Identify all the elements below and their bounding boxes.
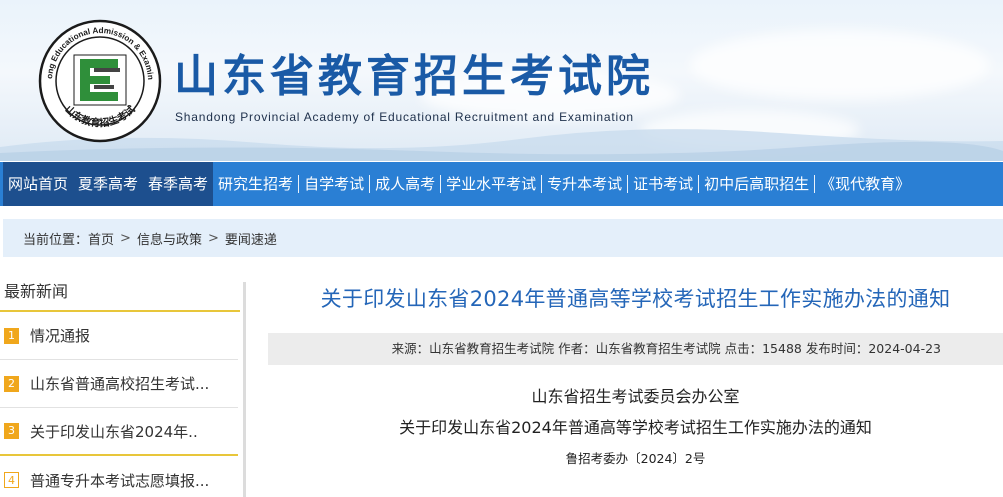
breadcrumb-link-home[interactable]: 首页 <box>88 229 114 248</box>
nav-item-summer-exam[interactable]: 夏季高考 <box>73 162 144 206</box>
news-item-title[interactable]: 普通专升本考试志愿填报... <box>30 470 209 491</box>
breadcrumb-separator: > <box>207 230 219 246</box>
news-item[interactable]: 1 情况通报 <box>0 312 238 360</box>
news-item-title[interactable]: 关于印发山东省2024年.. <box>30 421 198 442</box>
site-subtitle: Shandong Provincial Academy of Education… <box>175 110 634 124</box>
banner-cloud <box>690 30 990 100</box>
news-item[interactable]: 2 山东省普通高校招生考试... <box>0 360 238 408</box>
nav-item-academic-level[interactable]: 学业水平考试 <box>441 162 541 206</box>
nav-item-vocational[interactable]: 初中后高职招生 <box>699 162 814 206</box>
nav-item-spring-exam[interactable]: 春季高考 <box>143 162 214 206</box>
news-rank-badge: 2 <box>4 375 19 392</box>
site-title: 山东省教育招生考试院 <box>174 51 654 102</box>
site-logo[interactable]: Shandong Educational Admission & Examina… <box>38 19 162 143</box>
main-nav: 网站首页 夏季高考 春季高考 研究生招考 自学考试 成人高考 学业水平考试 专升… <box>0 162 1003 206</box>
latest-news-sidebar: 最新新闻 1 情况通报 2 山东省普通高校招生考试... 3 关于印发山东省20… <box>0 272 246 497</box>
nav-item-modern-education[interactable]: 《现代教育》 <box>815 162 915 206</box>
breadcrumb-link-info-policy[interactable]: 信息与政策 <box>137 229 202 248</box>
breadcrumb-prefix: 当前位置： <box>23 232 89 248</box>
nav-item-graduate[interactable]: 研究生招考 <box>213 162 298 206</box>
nav-item-self-study[interactable]: 自学考试 <box>299 162 369 206</box>
nav-item-certificate[interactable]: 证书考试 <box>628 162 698 206</box>
nav-item-upgrade-exam[interactable]: 专升本考试 <box>542 162 627 206</box>
breadcrumb-separator: > <box>120 230 131 246</box>
article: 关于印发山东省2024年普通高等学校考试招生工作实施办法的通知 来源：山东省教育… <box>268 272 1003 497</box>
news-item-title[interactable]: 山东省普通高校招生考试... <box>30 373 209 394</box>
news-item[interactable]: 4 普通专升本考试志愿填报... <box>0 456 238 497</box>
nav-item-adult-exam[interactable]: 成人高考 <box>370 162 440 206</box>
document-issuer: 山东省招生考试委员会办公室 <box>531 387 740 406</box>
news-item[interactable]: 3 关于印发山东省2024年.. <box>0 408 238 456</box>
news-rank-badge: 3 <box>4 423 19 439</box>
news-rank-badge: 1 <box>4 327 19 344</box>
header-banner: Shandong Educational Admission & Examina… <box>0 0 1003 161</box>
article-title: 关于印发山东省2024年普通高等学校考试招生工作实施办法的通知 <box>320 287 951 311</box>
document-number: 鲁招考委办〔2024〕2号 <box>565 451 706 466</box>
breadcrumb-link-news[interactable]: 要闻速递 <box>225 229 277 248</box>
news-rank-badge: 4 <box>4 472 19 488</box>
breadcrumb: 当前位置： 首页 > 信息与政策 > 要闻速递 <box>3 219 1003 257</box>
news-item-title[interactable]: 情况通报 <box>30 325 90 346</box>
nav-item-home[interactable]: 网站首页 <box>3 162 74 206</box>
sidebar-scrollbar[interactable] <box>243 282 246 497</box>
sidebar-title: 最新新闻 <box>0 272 240 312</box>
article-meta: 来源：山东省教育招生考试院 作者：山东省教育招生考试院 点击：15488 发布时… <box>268 333 1003 365</box>
document-title: 关于印发山东省2024年普通高等学校考试招生工作实施办法的通知 <box>399 418 872 437</box>
